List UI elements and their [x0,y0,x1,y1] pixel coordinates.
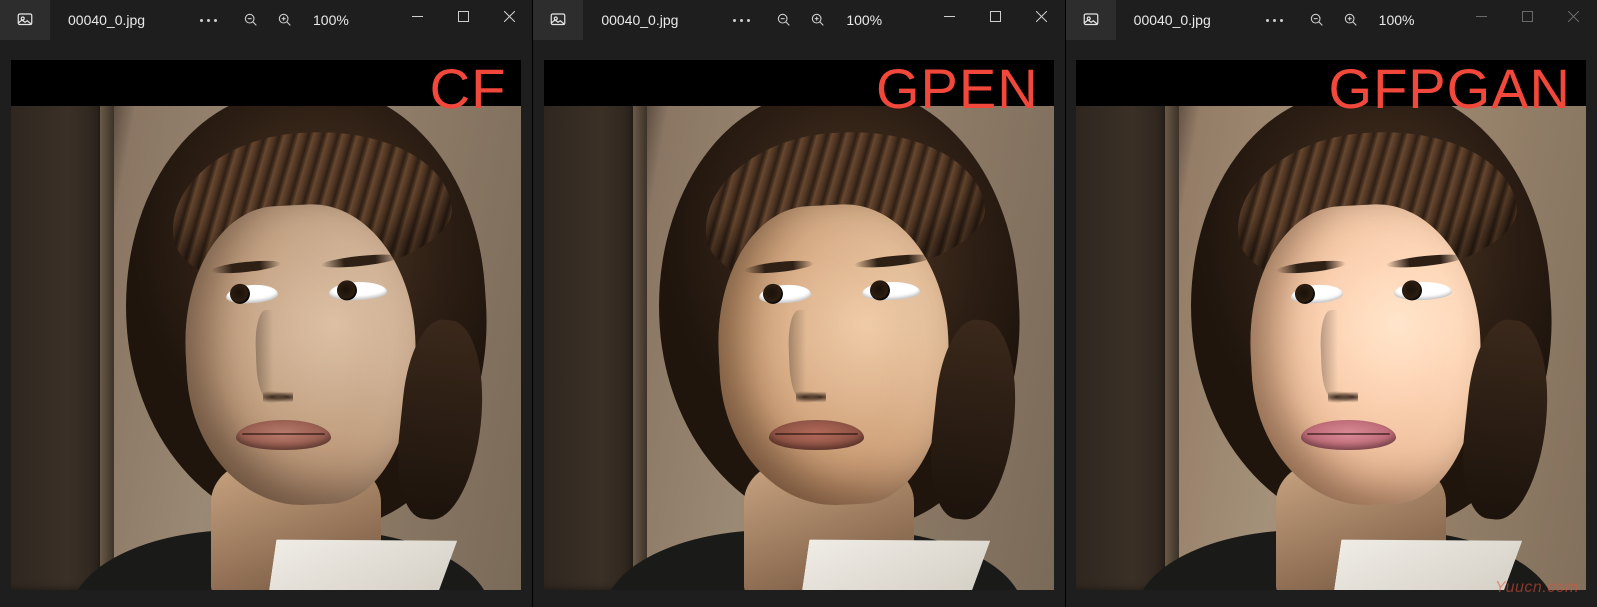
file-name: 00040_0.jpg [1134,12,1211,28]
zoom-in-button[interactable] [1339,8,1363,32]
close-button[interactable] [1019,0,1065,32]
more-icon[interactable] [1266,19,1283,22]
window-controls [1459,0,1597,40]
minimize-button[interactable] [394,0,440,32]
method-label: CF [430,56,507,121]
maximize-button[interactable] [973,0,1019,32]
more-icon[interactable] [200,19,217,22]
viewer-pane: 00040_0.jpg 100% [0,0,532,607]
zoom-level: 100% [313,12,349,28]
watermark: Yuucn.com [1495,579,1579,597]
method-label: GPEN [876,56,1039,121]
viewer-pane: 00040_0.jpg 100% [1065,0,1597,607]
zoom-level: 100% [846,12,882,28]
photo-content [11,60,521,590]
zoom-out-button[interactable] [1305,8,1329,32]
file-name: 00040_0.jpg [68,12,145,28]
toolbar-center: 100% [200,8,349,32]
more-icon[interactable] [733,19,750,22]
zoom-out-button[interactable] [772,8,796,32]
minimize-button[interactable] [1459,0,1505,32]
photos-app-icon[interactable] [0,0,50,40]
toolbar-center: 100% [733,8,882,32]
photos-app-icon[interactable] [533,0,583,40]
window-controls [394,0,532,40]
method-label: GFPGAN [1329,56,1571,121]
photo-content [544,60,1054,590]
image-viewport[interactable] [533,40,1064,607]
file-name: 00040_0.jpg [601,12,678,28]
zoom-in-button[interactable] [806,8,830,32]
image-viewport[interactable] [0,40,532,607]
close-button[interactable] [1551,0,1597,32]
minimize-button[interactable] [927,0,973,32]
close-button[interactable] [486,0,532,32]
viewer-pane: 00040_0.jpg 100% [532,0,1064,607]
zoom-level: 100% [1379,12,1415,28]
window-controls [927,0,1065,40]
photo-content [1076,60,1586,590]
maximize-button[interactable] [440,0,486,32]
image-viewport[interactable]: Yuucn.com [1066,40,1597,607]
toolbar-center: 100% [1266,8,1415,32]
title-bar: 00040_0.jpg 100% [533,0,1064,40]
title-bar: 00040_0.jpg 100% [1066,0,1597,40]
zoom-in-button[interactable] [273,8,297,32]
title-bar: 00040_0.jpg 100% [0,0,532,40]
zoom-out-button[interactable] [239,8,263,32]
maximize-button[interactable] [1505,0,1551,32]
photos-app-icon[interactable] [1066,0,1116,40]
